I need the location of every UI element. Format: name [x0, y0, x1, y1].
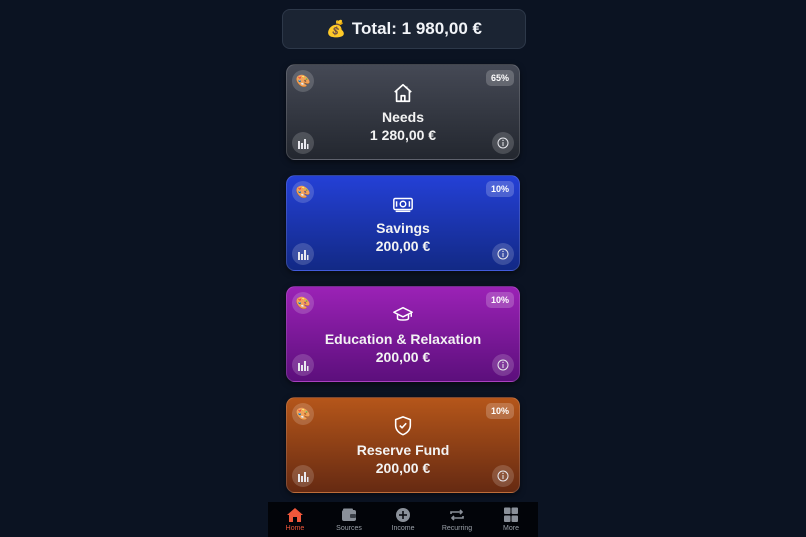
- banknote-icon: [393, 197, 413, 213]
- nav-item-recurring[interactable]: Recurring: [430, 502, 484, 537]
- palette-icon[interactable]: 🎨: [292, 70, 314, 92]
- info-icon[interactable]: [492, 132, 514, 154]
- bar-chart-icon[interactable]: [292, 354, 314, 376]
- nav-label: More: [503, 525, 519, 532]
- card-name: Savings: [376, 220, 430, 236]
- palette-icon[interactable]: 🎨: [292, 403, 314, 425]
- info-icon[interactable]: [492, 243, 514, 265]
- nav-label: Home: [285, 525, 305, 532]
- bar-chart-icon[interactable]: [292, 132, 314, 154]
- budget-card-reserve-fund[interactable]: 🎨 10% Reserve Fund 200,00 €: [286, 397, 520, 493]
- card-name: Needs: [381, 109, 425, 125]
- card-name: Reserve Fund: [356, 442, 450, 458]
- budget-card-savings[interactable]: 🎨 10% Savings 200,00 €: [286, 175, 520, 271]
- nav-label: Income: [391, 525, 415, 532]
- plus-circle-icon: [396, 508, 410, 522]
- percent-badge: 10%: [485, 181, 514, 197]
- total-banner: 💰 Total: 1 980,00 €: [282, 9, 526, 49]
- card-amount: 200,00 €: [375, 349, 431, 365]
- card-name: Education & Relaxation: [324, 331, 482, 347]
- nav-label: Recurring: [441, 525, 473, 532]
- card-amount: 200,00 €: [375, 238, 431, 254]
- nav-item-more[interactable]: More: [484, 502, 538, 537]
- nav-item-home[interactable]: Home: [268, 502, 322, 537]
- percent-badge: 10%: [485, 403, 514, 419]
- grid-icon: [504, 507, 518, 522]
- total-label: Total: 1 980,00 €: [351, 19, 482, 38]
- card-amount: 1 280,00 €: [369, 127, 437, 143]
- money-bag-icon: 💰: [325, 21, 346, 38]
- home-icon: [394, 83, 412, 103]
- info-icon[interactable]: [492, 465, 514, 487]
- card-amount: 200,00 €: [375, 460, 431, 476]
- budget-card-education-relaxation[interactable]: 🎨 10% Education & Relaxation 200,00 €: [286, 286, 520, 382]
- repeat-icon: [450, 509, 464, 521]
- percent-badge: 10%: [485, 292, 514, 308]
- info-icon[interactable]: [492, 354, 514, 376]
- wallet-icon: [342, 508, 356, 521]
- nav-item-sources[interactable]: Sources: [322, 502, 376, 537]
- budget-card-needs[interactable]: 🎨 65% Needs 1 280,00 €: [286, 64, 520, 160]
- nav-label: Sources: [336, 525, 362, 532]
- bottom-nav: Home Sources Income Recurring More: [268, 502, 538, 537]
- palette-icon[interactable]: 🎨: [292, 181, 314, 203]
- home-icon: [287, 508, 303, 522]
- percent-badge: 65%: [485, 70, 514, 86]
- palette-icon[interactable]: 🎨: [292, 292, 314, 314]
- bar-chart-icon[interactable]: [292, 243, 314, 265]
- shield-check-icon: [394, 416, 412, 436]
- nav-item-income[interactable]: Income: [376, 502, 430, 537]
- graduation-cap-icon: [393, 306, 413, 321]
- budget-app: 💰 Total: 1 980,00 € 🎨 65% Needs 1 280,00…: [268, 0, 538, 537]
- bar-chart-icon[interactable]: [292, 465, 314, 487]
